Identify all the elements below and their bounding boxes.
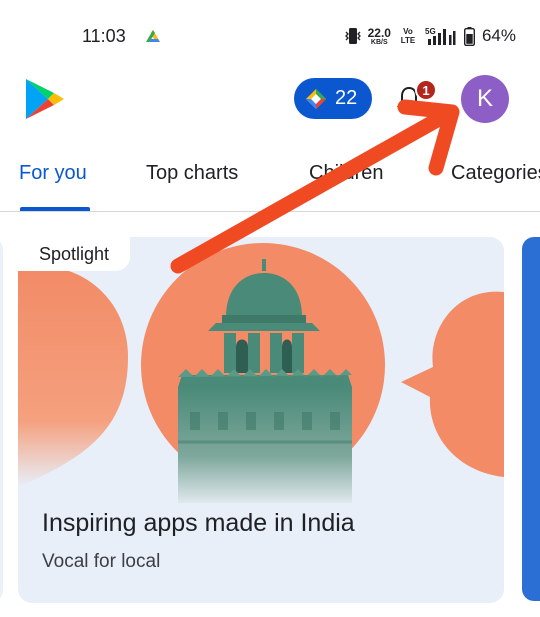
status-bar: 11:03 22.0 KB/S Vo LTE 5G 64% <box>0 0 540 70</box>
volte-indicator: Vo LTE <box>400 27 416 45</box>
tab-for-you[interactable]: For you <box>19 162 87 185</box>
network-speed: 22.0 KB/S <box>368 27 391 46</box>
tab-children[interactable]: Children <box>309 162 383 185</box>
tab-divider <box>0 211 540 212</box>
network-speed-unit: KB/S <box>370 38 388 46</box>
play-points-button[interactable]: 22 <box>294 78 372 119</box>
status-indicators: 22.0 KB/S Vo LTE 5G 64% <box>344 22 516 50</box>
signal-icon: 5G <box>425 27 456 45</box>
status-time: 11:03 <box>82 26 126 46</box>
play-points-value: 22 <box>335 87 358 109</box>
spotlight-chip: Spotlight <box>18 237 130 271</box>
account-avatar[interactable]: K <box>461 75 509 123</box>
network-speed-value: 22.0 <box>367 25 391 40</box>
network-type-label: 5G <box>425 27 436 36</box>
battery-icon <box>463 26 475 46</box>
tab-top-charts[interactable]: Top charts <box>146 162 238 185</box>
india-monument-illustration <box>18 243 504 503</box>
play-points-diamond-icon <box>306 88 326 109</box>
card-title: Inspiring apps made in India <box>42 509 355 537</box>
battery-percent: 64% <box>481 26 516 45</box>
play-store-screen: 11:03 22.0 KB/S Vo LTE 5G 64% 22 1 K For… <box>0 0 540 617</box>
next-card-peek[interactable] <box>522 237 540 601</box>
previous-card-peek[interactable] <box>0 238 3 602</box>
tab-categories[interactable]: Categories <box>451 162 540 185</box>
card-subtitle: Vocal for local <box>42 551 161 572</box>
notification-badge: 1 <box>415 79 437 101</box>
vibrate-icon <box>344 28 361 44</box>
google-play-logo-icon[interactable] <box>22 77 66 121</box>
google-drive-icon <box>146 30 160 42</box>
spotlight-card[interactable]: Inspiring apps made in India Vocal for l… <box>18 237 504 603</box>
